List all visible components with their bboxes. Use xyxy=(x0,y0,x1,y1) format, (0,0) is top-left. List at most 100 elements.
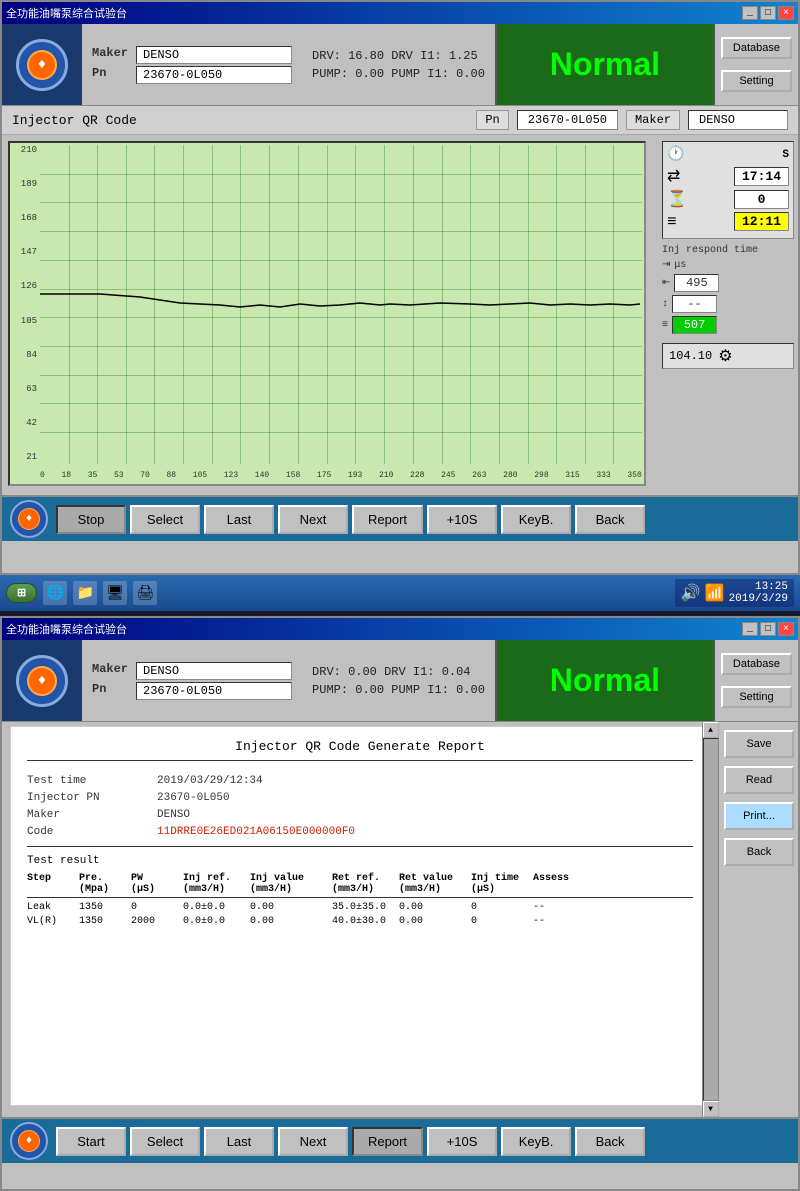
scroll-down-arrow[interactable]: ▼ xyxy=(703,1101,719,1117)
toolbar-logo-1: ♦ xyxy=(10,500,48,538)
logo-icon-2: ♦ xyxy=(27,666,57,696)
taskbar-icon-monitor[interactable]: 🖥 xyxy=(103,581,127,605)
report-button-1[interactable]: Report xyxy=(352,505,423,534)
inj-eq-icon: ≡ xyxy=(662,320,668,331)
report-main: Injector QR Code Generate Report Test ti… xyxy=(2,722,718,1117)
td-vlr-pre: 1350 xyxy=(79,916,129,927)
drv-block-1: DRV: 16.80 DRV I1: 1.25 PUMP: 0.00 PUMP … xyxy=(302,24,495,105)
code-label: Code xyxy=(27,826,147,838)
td-leak-ret-val: 0.00 xyxy=(399,902,469,913)
title-bar-1: 全功能油嘴泵综合试验台 _ □ × xyxy=(2,2,798,24)
setting-button-1[interactable]: Setting xyxy=(721,70,792,92)
start-button[interactable]: ⊞ xyxy=(6,583,37,603)
taskbar-icon-folder[interactable]: 📁 xyxy=(73,581,97,605)
x-label-315: 315 xyxy=(565,471,579,480)
select-button-1[interactable]: Select xyxy=(130,505,200,534)
y-label-189: 189 xyxy=(10,179,40,189)
stop-button-1[interactable]: Stop xyxy=(56,505,126,534)
inj-val-dash: -- xyxy=(672,295,717,313)
time-row-2: ⏳ 0 xyxy=(667,189,789,209)
pump-value-1: 0.00 xyxy=(355,67,384,81)
status-text-1: Normal xyxy=(550,46,660,83)
drv-value-1: 16.80 xyxy=(348,49,384,63)
qr-maker-label-1: Maker xyxy=(626,110,680,130)
clock-icon: 🕐 xyxy=(667,146,684,163)
plus10s-button-2[interactable]: +10S xyxy=(427,1127,497,1156)
save-button[interactable]: Save xyxy=(724,730,794,758)
y-label-63: 63 xyxy=(10,384,40,394)
th-assess: Assess xyxy=(533,873,588,895)
taskbar-time: 13:25 2019/3/29 xyxy=(729,581,788,605)
last-button-2[interactable]: Last xyxy=(204,1127,274,1156)
print-button[interactable]: Print... xyxy=(724,802,794,830)
keyb-button-2[interactable]: KeyB. xyxy=(501,1127,571,1156)
toolbar-2: ♦ Start Select Last Next Report +10S Key… xyxy=(2,1117,798,1163)
keyb-button-1[interactable]: KeyB. xyxy=(501,505,571,534)
inj-arrow-icon: ⇥ xyxy=(662,259,670,271)
main-content-1: 210 189 168 147 126 105 84 63 42 21 xyxy=(2,135,798,495)
td-vlr-assess: -- xyxy=(533,916,588,927)
x-label-88: 88 xyxy=(166,471,176,480)
maker-field-value: DENSO xyxy=(157,809,693,821)
pump-value-2: 0.00 xyxy=(355,683,384,697)
minimize-button-2[interactable]: _ xyxy=(742,622,758,636)
setting-button-2[interactable]: Setting xyxy=(721,686,792,708)
toolbar-logo-inner-2: ♦ xyxy=(18,1130,40,1152)
th-pre: Pre.(Mpa) xyxy=(79,873,129,895)
taskbar-date: 2019/3/29 xyxy=(729,593,788,605)
drv-row-2: DRV: 0.00 DRV I1: 0.04 xyxy=(312,665,485,679)
next-button-2[interactable]: Next xyxy=(278,1127,348,1156)
database-button-1[interactable]: Database xyxy=(721,37,792,59)
test-time-value: 2019/03/29/12:34 xyxy=(157,775,693,787)
database-button-2[interactable]: Database xyxy=(721,653,792,675)
scroll-track[interactable] xyxy=(703,738,719,1101)
next-button-1[interactable]: Next xyxy=(278,505,348,534)
drv-value-2: 0.00 xyxy=(348,665,377,679)
td-leak-pre: 1350 xyxy=(79,902,129,913)
toolbar-logo-2: ♦ xyxy=(10,1122,48,1160)
taskbar-icon-printer[interactable]: 🖨 xyxy=(133,581,157,605)
select-button-2[interactable]: Select xyxy=(130,1127,200,1156)
time-row-1: ⇄ 17:14 xyxy=(667,166,789,186)
last-button-1[interactable]: Last xyxy=(204,505,274,534)
table-row-leak: Leak 1350 0 0.0±0.0 0.00 35.0±35.0 0.00 … xyxy=(27,902,693,913)
maximize-button-2[interactable]: □ xyxy=(760,622,776,636)
y-label-210: 210 xyxy=(10,145,40,155)
chart-area-1: 210 189 168 147 126 105 84 63 42 21 xyxy=(2,135,658,495)
toolbar-logo-inner: ♦ xyxy=(18,508,40,530)
x-label-263: 263 xyxy=(472,471,486,480)
pn-value-1: 23670-0L050 xyxy=(136,66,292,84)
plus10s-button-1[interactable]: +10S xyxy=(427,505,497,534)
back-button-1[interactable]: Back xyxy=(575,505,645,534)
maximize-button-1[interactable]: □ xyxy=(760,6,776,20)
equals-icon: ≡ xyxy=(667,213,677,231)
report-field-time: Test time 2019/03/29/12:34 xyxy=(27,775,693,787)
x-label-70: 70 xyxy=(140,471,150,480)
title-text-2: 全功能油嘴泵综合试验台 xyxy=(6,621,127,637)
y-label-126: 126 xyxy=(10,281,40,291)
back-button-2[interactable]: Back xyxy=(575,1127,645,1156)
read-button[interactable]: Read xyxy=(724,766,794,794)
table-header: Step Pre.(Mpa) PW(μS) Inj ref.(mm3/H) In… xyxy=(27,873,693,898)
td-leak-inj-time: 0 xyxy=(471,902,531,913)
pump-label-2: PUMP: xyxy=(312,683,348,697)
close-button-2[interactable]: × xyxy=(778,622,794,636)
report-button-2[interactable]: Report xyxy=(352,1127,423,1156)
x-axis-1: 0 18 35 53 70 88 105 123 140 158 175 193… xyxy=(40,466,642,484)
report-area: Injector QR Code Generate Report Test ti… xyxy=(2,722,798,1117)
td-vlr-pw: 2000 xyxy=(131,916,181,927)
close-button-1[interactable]: × xyxy=(778,6,794,20)
x-label-53: 53 xyxy=(114,471,124,480)
scroll-up-arrow[interactable]: ▲ xyxy=(703,722,719,738)
start-button-2[interactable]: Start xyxy=(56,1127,126,1156)
minimize-button-1[interactable]: _ xyxy=(742,6,758,20)
x-label-333: 333 xyxy=(596,471,610,480)
th-inj-ref: Inj ref.(mm3/H) xyxy=(183,873,248,895)
taskbar-icon-ie[interactable]: 🌐 xyxy=(43,581,67,605)
td-leak-inj-ref: 0.0±0.0 xyxy=(183,902,248,913)
inj-row-507: ≡ 507 xyxy=(662,316,794,334)
td-vlr-ret-val: 0.00 xyxy=(399,916,469,927)
inj-title-1: Inj respond time xyxy=(662,245,794,256)
back-button-side[interactable]: Back xyxy=(724,838,794,866)
x-label-0: 0 xyxy=(40,471,45,480)
